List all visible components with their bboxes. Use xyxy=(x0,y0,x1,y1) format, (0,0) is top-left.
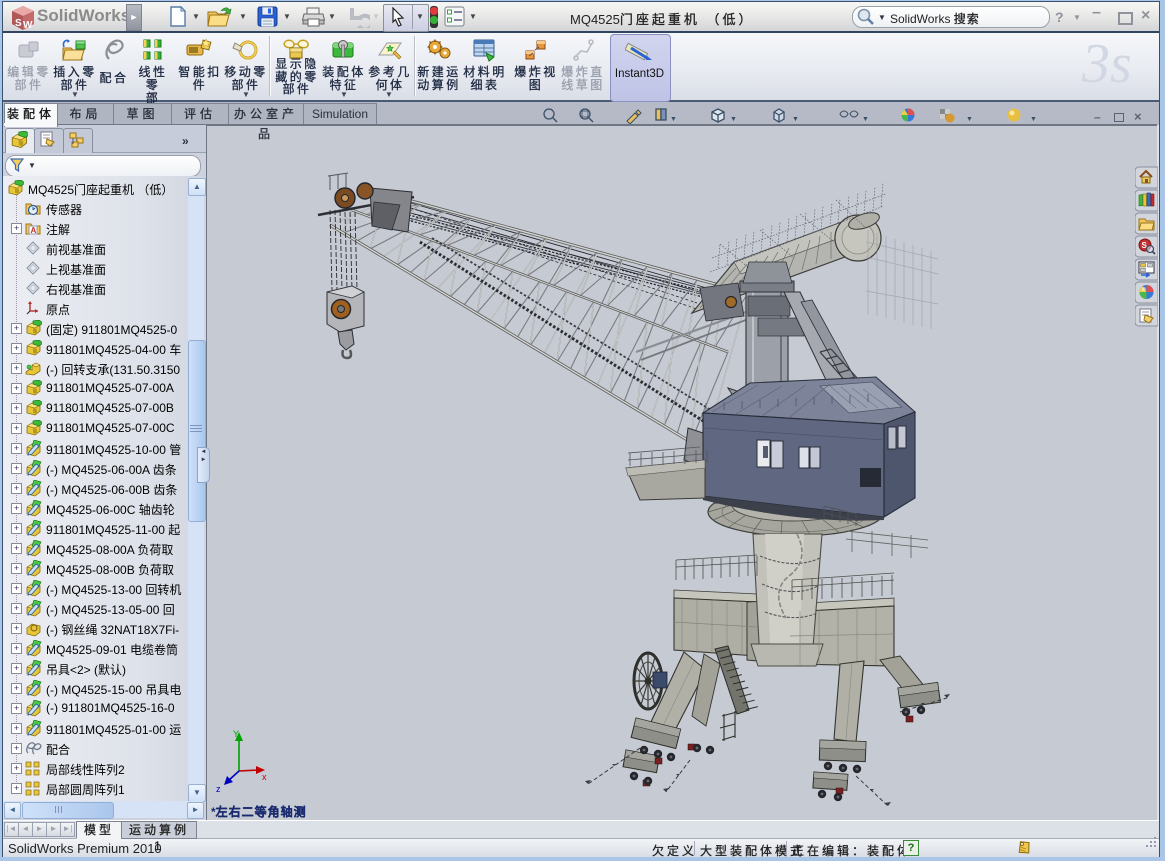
svg-text:z: z xyxy=(216,784,221,794)
svg-text:▼: ▼ xyxy=(862,116,869,123)
svg-text:▼: ▼ xyxy=(670,116,677,123)
svg-text:▼: ▼ xyxy=(1030,116,1037,123)
svg-text:x: x xyxy=(262,772,267,782)
svg-text:Y: Y xyxy=(233,729,239,739)
svg-text:S: S xyxy=(15,18,22,29)
svg-text:▼: ▼ xyxy=(730,116,737,123)
svg-text:▼: ▼ xyxy=(792,116,799,123)
svg-text:▼: ▼ xyxy=(966,116,973,123)
svg-text:W: W xyxy=(23,20,33,31)
